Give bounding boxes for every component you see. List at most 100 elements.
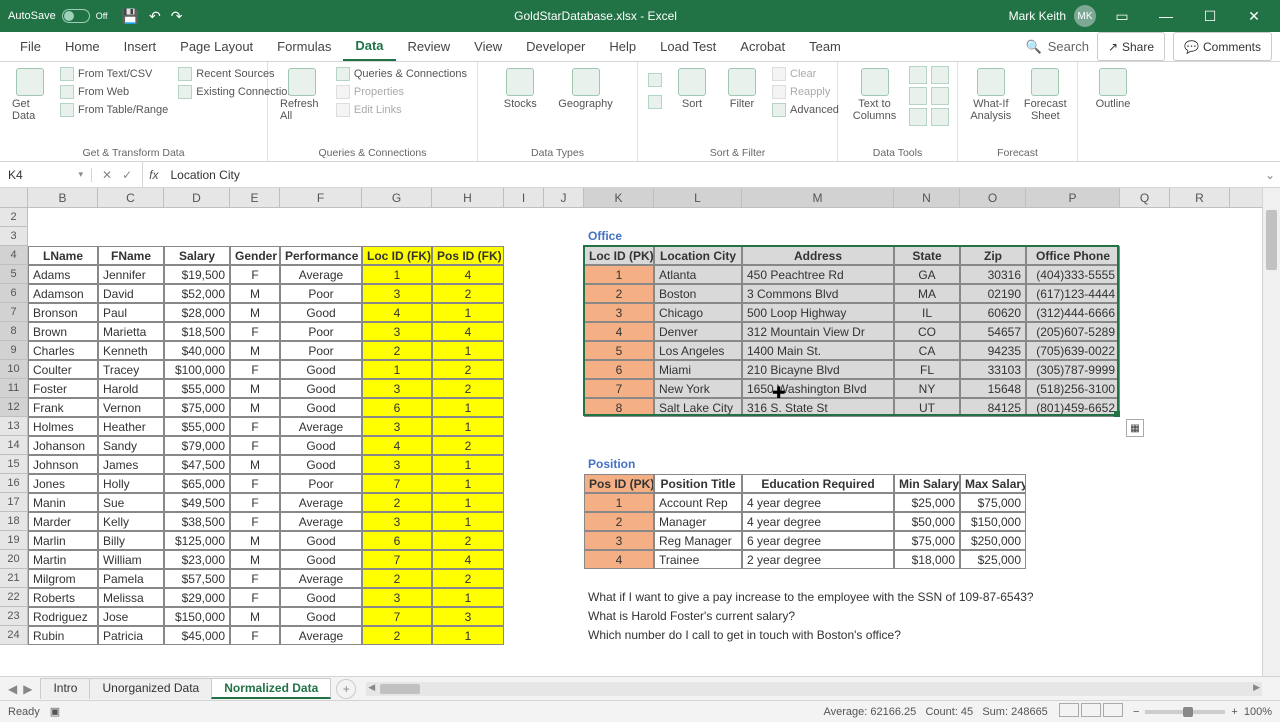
cell-H11[interactable]: 2 (432, 379, 504, 398)
add-sheet-button[interactable]: + (336, 679, 356, 699)
cell-L11[interactable]: New York (654, 379, 742, 398)
cell-L5[interactable]: Atlanta (654, 265, 742, 284)
cell-F11[interactable]: Good (280, 379, 362, 398)
cell-K4[interactable]: Loc ID (PK) (584, 246, 654, 265)
cell-N16[interactable]: Min Salary (894, 474, 960, 493)
cell-C22[interactable]: Melissa (98, 588, 164, 607)
cell-H16[interactable]: 1 (432, 474, 504, 493)
cell-G14[interactable]: 4 (362, 436, 432, 455)
cell-M11[interactable]: 1650 Washington Blvd (742, 379, 894, 398)
cell-O8[interactable]: 54657 (960, 322, 1026, 341)
cell-E13[interactable]: F (230, 417, 280, 436)
row-header-19[interactable]: 19 (0, 531, 27, 550)
cell-L10[interactable]: Miami (654, 360, 742, 379)
cell-L7[interactable]: Chicago (654, 303, 742, 322)
column-header-K[interactable]: K (584, 188, 654, 207)
expand-formula-bar[interactable]: ⌄ (1260, 168, 1280, 182)
sheet-nav-next-icon[interactable]: ▶ (23, 682, 32, 696)
cell-H19[interactable]: 2 (432, 531, 504, 550)
cell-G18[interactable]: 3 (362, 512, 432, 531)
row-header-18[interactable]: 18 (0, 512, 27, 531)
cell-D22[interactable]: $29,000 (164, 588, 230, 607)
cell-E6[interactable]: M (230, 284, 280, 303)
cell-D20[interactable]: $23,000 (164, 550, 230, 569)
cell-B8[interactable]: Brown (28, 322, 98, 341)
column-header-F[interactable]: F (280, 188, 362, 207)
cell-O12[interactable]: 84125 (960, 398, 1026, 417)
tab-page-layout[interactable]: Page Layout (168, 32, 265, 61)
cell-H18[interactable]: 1 (432, 512, 504, 531)
cell-E9[interactable]: M (230, 341, 280, 360)
cell-G24[interactable]: 2 (362, 626, 432, 645)
cell-P8[interactable]: (205)607-5289 (1026, 322, 1120, 341)
data-validation-icon[interactable] (909, 108, 927, 126)
cell-N17[interactable]: $25,000 (894, 493, 960, 512)
outline-button[interactable]: Outline (1091, 66, 1135, 112)
cell-B14[interactable]: Johanson (28, 436, 98, 455)
cell-N20[interactable]: $18,000 (894, 550, 960, 569)
cell-C21[interactable]: Pamela (98, 569, 164, 588)
cell-M8[interactable]: 312 Mountain View Dr (742, 322, 894, 341)
cell-C8[interactable]: Marietta (98, 322, 164, 341)
row-header-20[interactable]: 20 (0, 550, 27, 569)
cell-O10[interactable]: 33103 (960, 360, 1026, 379)
tab-insert[interactable]: Insert (112, 32, 169, 61)
cell-N19[interactable]: $75,000 (894, 531, 960, 550)
row-header-24[interactable]: 24 (0, 626, 27, 645)
cell-O7[interactable]: 60620 (960, 303, 1026, 322)
cell-P5[interactable]: (404)333-5555 (1026, 265, 1120, 284)
cell-K11[interactable]: 7 (584, 379, 654, 398)
cell-D9[interactable]: $40,000 (164, 341, 230, 360)
ribbon-display-icon[interactable]: ▭ (1104, 8, 1140, 25)
row-header-12[interactable]: 12 (0, 398, 27, 417)
row-header-14[interactable]: 14 (0, 436, 27, 455)
cell-L16[interactable]: Position Title (654, 474, 742, 493)
advanced-filter[interactable]: Advanced (770, 102, 841, 118)
tab-home[interactable]: Home (53, 32, 112, 61)
scroll-thumb[interactable] (1266, 210, 1277, 270)
cell-O9[interactable]: 94235 (960, 341, 1026, 360)
zoom-level[interactable]: 100% (1244, 706, 1272, 718)
cell-G11[interactable]: 3 (362, 379, 432, 398)
cell-K24[interactable]: Which number do I call to get in touch w… (584, 626, 1230, 645)
page-break-view-icon[interactable] (1103, 703, 1123, 717)
cell-D11[interactable]: $55,000 (164, 379, 230, 398)
tab-team[interactable]: Team (797, 32, 853, 61)
cell-F19[interactable]: Good (280, 531, 362, 550)
cell-L12[interactable]: Salt Lake City (654, 398, 742, 417)
cell-M20[interactable]: 2 year degree (742, 550, 894, 569)
row-header-23[interactable]: 23 (0, 607, 27, 626)
cell-F20[interactable]: Good (280, 550, 362, 569)
cell-H21[interactable]: 2 (432, 569, 504, 588)
autosave-toggle[interactable] (62, 9, 90, 23)
cell-D19[interactable]: $125,000 (164, 531, 230, 550)
cell-H17[interactable]: 1 (432, 493, 504, 512)
tab-developer[interactable]: Developer (514, 32, 597, 61)
cell-N4[interactable]: State (894, 246, 960, 265)
zoom-in-icon[interactable]: + (1231, 706, 1237, 718)
chevron-down-icon[interactable]: ▾ (78, 169, 83, 180)
row-header-3[interactable]: 3 (0, 227, 27, 246)
cell-F10[interactable]: Good (280, 360, 362, 379)
cell-K20[interactable]: 4 (584, 550, 654, 569)
row-header-16[interactable]: 16 (0, 474, 27, 493)
cell-H23[interactable]: 3 (432, 607, 504, 626)
cell-N12[interactable]: UT (894, 398, 960, 417)
tab-acrobat[interactable]: Acrobat (728, 32, 797, 61)
cell-E16[interactable]: F (230, 474, 280, 493)
cell-G13[interactable]: 3 (362, 417, 432, 436)
cell-P12[interactable]: (801)459-6652 (1026, 398, 1120, 417)
text-to-columns[interactable]: Text to Columns (846, 66, 903, 124)
cell-H7[interactable]: 1 (432, 303, 504, 322)
row-headers[interactable]: 23456789101112131415161718192021222324 (0, 208, 28, 645)
sort-desc[interactable] (646, 94, 664, 110)
cell-E19[interactable]: M (230, 531, 280, 550)
enter-formula-icon[interactable]: ✓ (122, 168, 132, 182)
cell-G10[interactable]: 1 (362, 360, 432, 379)
row-header-7[interactable]: 7 (0, 303, 27, 322)
cell-K15[interactable]: Position (584, 455, 654, 474)
cell-K16[interactable]: Pos ID (PK) (584, 474, 654, 493)
cell-E12[interactable]: M (230, 398, 280, 417)
page-layout-view-icon[interactable] (1081, 703, 1101, 717)
cell-L8[interactable]: Denver (654, 322, 742, 341)
